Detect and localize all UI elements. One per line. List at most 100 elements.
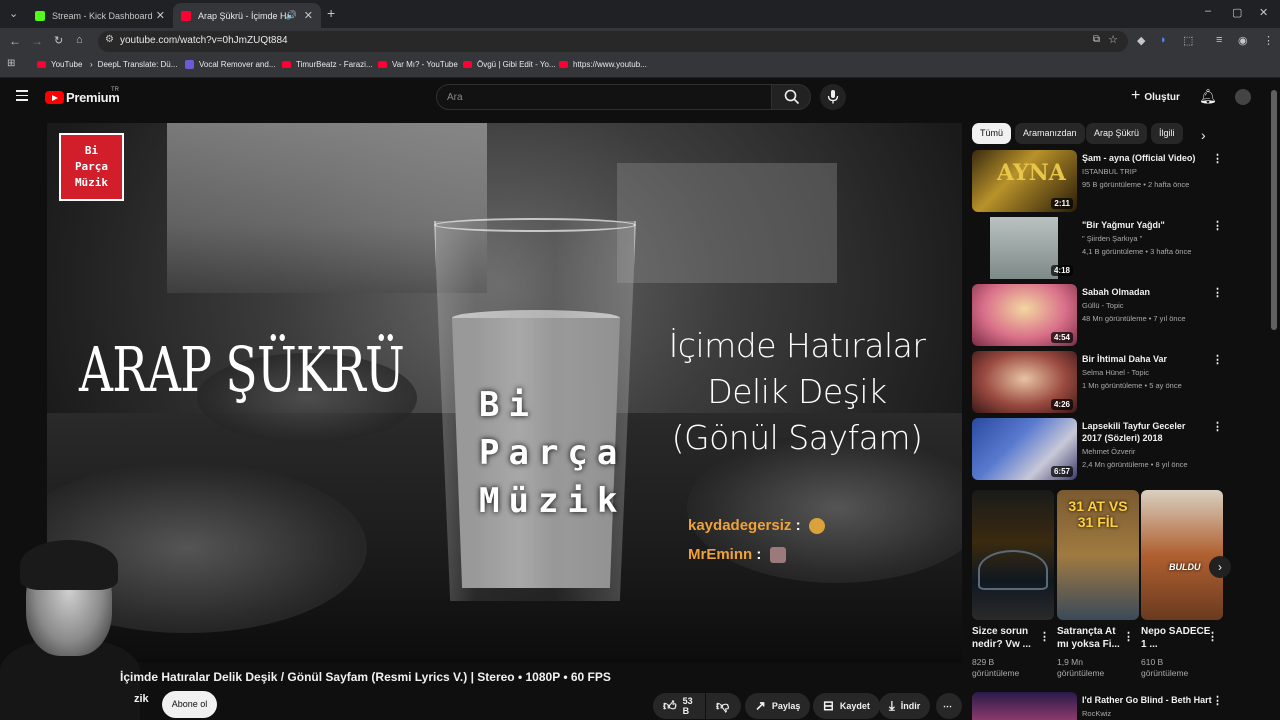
browser-menu-icon[interactable]: ⋮	[1263, 34, 1274, 47]
list-item[interactable]: 4:18 "Bir Yağmur Yağdı" " Şiirden Şarkıy…	[972, 217, 1272, 279]
more-horizontal-icon: ⋯	[943, 700, 952, 711]
extensions-icon[interactable]: ⬚	[1183, 34, 1193, 47]
bookmark-vocal-remover[interactable]: Vocal Remover and...	[185, 60, 275, 69]
video-thumbnail[interactable]: 4:54	[972, 284, 1077, 346]
duration-badge: 4:18	[1050, 265, 1073, 276]
extension-translate-icon[interactable]: ◗	[1160, 34, 1167, 46]
chip-related[interactable]: İlgili	[1151, 123, 1183, 144]
short-title[interactable]: Nepo SADECE 1 ...	[1141, 625, 1211, 651]
bookmark-star-icon[interactable]: ☆	[1108, 33, 1118, 46]
more-vertical-icon[interactable]: ⋮	[1212, 353, 1223, 366]
more-vertical-icon[interactable]: ⋮	[1212, 219, 1223, 232]
audio-playing-icon[interactable]: 🔊	[286, 10, 297, 21]
download-button[interactable]: ⤓ İndir	[879, 693, 931, 719]
chevron-right-icon[interactable]: ›	[1209, 556, 1231, 578]
tab-youtube-video[interactable]: Arap Şükrü - İçimde Hatıral 🔊 ✕	[173, 3, 321, 28]
more-vertical-icon[interactable]: ⋮	[1207, 630, 1218, 643]
home-icon[interactable]: ⌂	[76, 34, 83, 46]
menu-icon[interactable]	[16, 90, 28, 102]
subscribe-button[interactable]: Abone ol	[162, 691, 217, 718]
video-thumbnail[interactable]: 4:26	[972, 351, 1077, 413]
profile-icon[interactable]: ◉	[1238, 34, 1248, 47]
chip-arap-sukru[interactable]: Arap Şükrü	[1086, 123, 1148, 144]
video-title: Şam - ayna (Official Video)	[1082, 153, 1196, 163]
reload-icon[interactable]: ↻	[54, 34, 63, 47]
forward-icon[interactable]: →	[31, 34, 43, 48]
list-item[interactable]: 4:54 Sabah Olmadan Güllü - Topic 48 Mn g…	[972, 284, 1272, 346]
song-title-overlay: İçimde Hatıralar Delik Deşik (Gönül Sayf…	[642, 323, 952, 461]
notifications-icon[interactable]: 🔔︎	[1199, 88, 1217, 105]
media-controls-icon[interactable]: ≡	[1216, 34, 1222, 46]
emote-icon	[808, 518, 825, 535]
youtube-logo[interactable]: Premium TR	[45, 87, 120, 105]
brand-line: Müzik	[479, 481, 627, 521]
bookmark-label: Vocal Remover and...	[199, 60, 276, 69]
chip-all[interactable]: Tümü	[972, 123, 1012, 144]
thumbs-up-icon: 👍︎	[663, 698, 677, 713]
browser-tab-bar: ⌄ Stream - Kick Dashboard ✕ Arap Şükrü -…	[0, 0, 1280, 28]
bookmark-icon: ⊟	[823, 698, 834, 713]
like-button[interactable]: 👍︎ 53 B	[653, 693, 705, 719]
back-icon[interactable]: ←	[9, 34, 21, 48]
video-thumbnail[interactable]: AYNA 2:11	[972, 150, 1077, 212]
dislike-button[interactable]: 👎︎	[706, 693, 741, 719]
bookmark-ovgu[interactable]: Övgü | Gibi Edit - Yo...	[463, 60, 556, 69]
short-thumbnail[interactable]: BULDU	[1141, 490, 1223, 620]
short-title[interactable]: Satrançta At mı yoksa Fi...	[1057, 625, 1127, 651]
apps-icon[interactable]: ⊞	[7, 58, 15, 69]
search-button[interactable]	[771, 84, 811, 110]
more-vertical-icon[interactable]: ⋮	[1123, 630, 1134, 643]
new-tab-icon[interactable]: +	[327, 5, 335, 21]
more-vertical-icon[interactable]: ⋮	[1212, 152, 1223, 165]
list-item[interactable]: 4:26 Bir İhtimal Daha Var Selma Hünel - …	[972, 351, 1272, 413]
video-player[interactable]: Bi Parça Müzik ARAP ŞÜKRÜ Bi Parça Müzik…	[47, 123, 962, 663]
tab-list-icon[interactable]: ⌄	[9, 7, 18, 20]
voice-search-button[interactable]	[820, 84, 846, 110]
save-button[interactable]: ⊟ Kaydet	[813, 693, 880, 719]
bookmark-timurbeatz[interactable]: TimurBeatz - Farazi...	[282, 60, 373, 69]
more-actions-button[interactable]: ⋯	[936, 693, 962, 719]
more-vertical-icon[interactable]: ⋮	[1039, 630, 1050, 643]
more-vertical-icon[interactable]: ⋮	[1212, 694, 1223, 707]
list-item[interactable]: AYNA 2:11 Şam - ayna (Official Video) IS…	[972, 150, 1272, 212]
create-label: Oluştur	[1144, 91, 1180, 103]
logo-line: Parça	[74, 160, 109, 173]
short-thumbnail[interactable]: 31 AT VS 31 FİL	[1057, 490, 1139, 620]
short-thumbnail[interactable]	[972, 490, 1054, 620]
thumbs-down-icon: 👎︎	[716, 698, 730, 713]
close-tab-icon[interactable]: ✕	[304, 9, 313, 22]
scrollbar[interactable]	[1271, 90, 1277, 330]
list-item[interactable]: 6:57 Lapsekili Tayfur Geceler 2017 (Sözl…	[972, 418, 1272, 480]
search-input[interactable]: Ara	[436, 84, 772, 110]
video-thumbnail[interactable]: 4:18	[972, 217, 1077, 279]
emote-icon	[769, 547, 786, 564]
install-icon[interactable]: ⧉	[1093, 34, 1100, 45]
microphone-icon	[827, 90, 839, 104]
list-item[interactable]	[972, 692, 1077, 720]
minimize-icon[interactable]: –	[1205, 5, 1211, 17]
maximize-icon[interactable]: ▢	[1232, 6, 1242, 19]
avatar[interactable]	[1235, 89, 1251, 105]
close-window-icon[interactable]: ✕	[1259, 6, 1268, 19]
chip-from-search[interactable]: Aramanızdan	[1015, 123, 1085, 144]
more-vertical-icon[interactable]: ⋮	[1212, 420, 1223, 433]
youtube-favicon-icon	[559, 61, 568, 68]
video-meta: 48 Mn görüntüleme • 7 yıl önce	[1082, 314, 1186, 323]
video-thumbnail[interactable]: 6:57	[972, 418, 1077, 480]
more-vertical-icon[interactable]: ⋮	[1212, 286, 1223, 299]
save-label: Kaydet	[839, 701, 870, 711]
share-button[interactable]: ↗ Paylaş	[745, 693, 811, 719]
tab-kick-dashboard[interactable]: Stream - Kick Dashboard ✕	[27, 3, 173, 28]
short-title[interactable]: Sizce sorun nedir? Vw ...	[972, 625, 1042, 651]
extension-shield-icon[interactable]: ◆	[1137, 34, 1145, 47]
bookmark-deepl[interactable]: › DeepL Translate: Dü...	[90, 60, 177, 69]
bookmark-youtube-url[interactable]: https://www.youtub...	[559, 60, 647, 69]
url-field[interactable]: ⚙ youtube.com/watch?v=0hJmZUQt884 ⧉ ☆	[98, 31, 1128, 52]
create-button[interactable]: + Oluştur	[1131, 87, 1180, 105]
site-info-icon[interactable]: ⚙	[105, 34, 114, 45]
chevron-right-icon[interactable]: ›	[1201, 127, 1206, 143]
close-tab-icon[interactable]: ✕	[156, 9, 165, 22]
bookmark-var-mi[interactable]: Var Mı? - YouTube	[378, 60, 458, 69]
bookmark-youtube[interactable]: YouTube	[37, 60, 82, 69]
channel-name[interactable]: zik	[134, 693, 149, 705]
